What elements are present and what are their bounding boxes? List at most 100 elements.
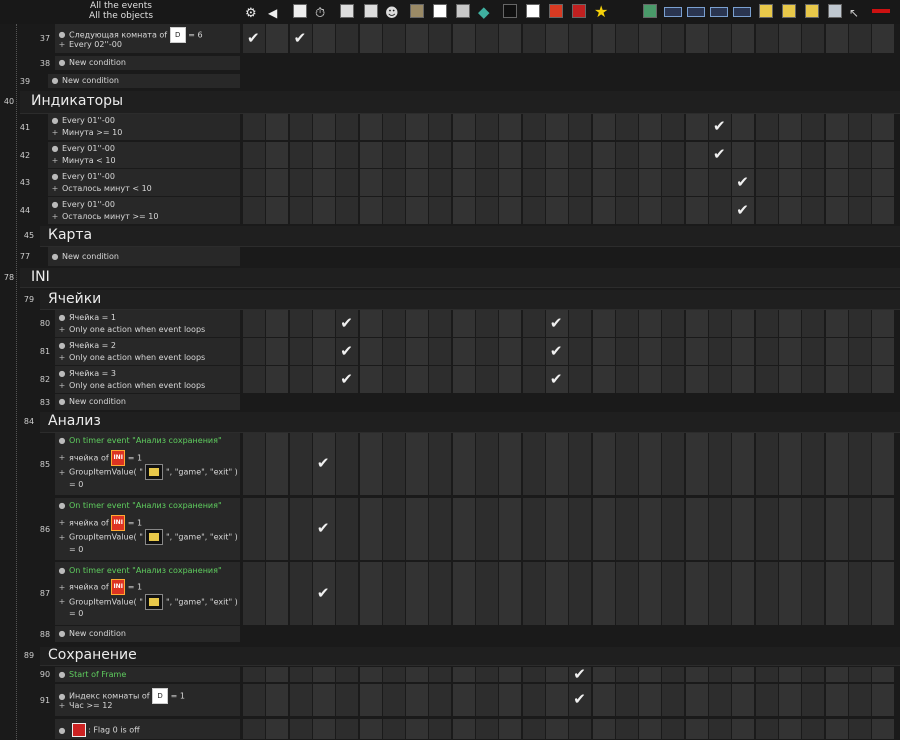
action-cell[interactable] (359, 433, 382, 495)
group-header-bar[interactable]: INI (20, 268, 900, 288)
action-cell[interactable] (545, 498, 568, 560)
action-cell[interactable] (848, 169, 871, 196)
action-cell[interactable] (476, 562, 498, 625)
action-checkmark[interactable]: ✔ (317, 521, 330, 536)
event-row[interactable]: 43 ● Every 01''-00 + Осталось минут < 10 ✔ (0, 169, 900, 197)
action-cell[interactable] (732, 433, 755, 495)
gauge-object-icon[interactable] (454, 2, 472, 20)
action-cell[interactable] (778, 667, 801, 682)
action-cell[interactable] (872, 684, 895, 716)
action-cell[interactable] (499, 338, 522, 365)
action-cell[interactable] (732, 142, 755, 168)
action-cell[interactable] (336, 684, 359, 716)
action-cell[interactable] (802, 142, 825, 168)
action-cell[interactable] (778, 24, 801, 53)
action-cell[interactable] (732, 667, 755, 682)
action-cell[interactable] (312, 114, 335, 140)
action-cell[interactable] (778, 498, 801, 560)
action-cell[interactable] (592, 433, 615, 495)
action-cell[interactable] (359, 562, 382, 625)
action-cell[interactable] (312, 169, 335, 196)
action-cell[interactable] (289, 169, 312, 196)
action-cell[interactable] (243, 338, 265, 365)
action-cell[interactable] (359, 169, 382, 196)
condition-cell[interactable]: ● : Flag 0 is off (55, 719, 240, 739)
action-cell[interactable] (662, 667, 685, 682)
action-cell[interactable] (639, 366, 662, 393)
action-cell[interactable] (359, 114, 382, 140)
action-cell[interactable] (732, 719, 755, 739)
counter-object-2-icon[interactable] (687, 2, 705, 20)
event-row[interactable]: 80 ● Ячейка = 1 + Only one action when event… (0, 310, 900, 338)
action-cell[interactable] (778, 366, 801, 393)
action-cell[interactable] (406, 310, 429, 337)
action-cell[interactable] (778, 142, 801, 168)
action-cell[interactable] (872, 169, 895, 196)
action-cell[interactable] (872, 310, 895, 337)
new-condition-label[interactable]: ● New condition (55, 396, 240, 408)
condition-line[interactable]: = 0 (55, 479, 240, 491)
condition-line[interactable]: + Only one action when event loops (55, 324, 240, 336)
condition-cell[interactable]: ● Every 01''-00 + Минута < 10 (48, 142, 240, 168)
action-cell[interactable] (382, 366, 405, 393)
action-cell[interactable] (872, 338, 895, 365)
new-condition-label[interactable]: ● New condition (48, 251, 233, 263)
floppy-object-icon[interactable] (71, 723, 86, 737)
condition-cell[interactable]: ● On timer event "Анализ сохранения" + ячей… (55, 562, 240, 625)
condition-line[interactable]: ● Ячейка = 1 (55, 312, 240, 324)
action-cell[interactable] (755, 338, 778, 365)
action-cell[interactable] (778, 433, 801, 495)
action-checkmark[interactable]: ✔ (340, 371, 353, 387)
action-cell[interactable] (662, 310, 685, 337)
action-cell[interactable] (312, 719, 335, 739)
action-cell[interactable] (266, 366, 289, 393)
action-cell[interactable] (452, 310, 475, 337)
action-cell[interactable] (662, 338, 685, 365)
action-cell[interactable] (499, 684, 522, 716)
action-cell[interactable] (452, 197, 475, 224)
action-cell[interactable] (359, 498, 382, 560)
picture-object-icon[interactable] (641, 2, 659, 20)
action-cell[interactable] (336, 498, 359, 560)
action-cell[interactable] (778, 169, 801, 196)
action-cell[interactable] (289, 684, 312, 716)
action-cell[interactable] (825, 667, 848, 682)
action-cell[interactable] (615, 562, 638, 625)
action-cell[interactable] (872, 142, 895, 168)
condition-line[interactable]: + Минута < 10 (48, 155, 233, 167)
action-cell[interactable] (872, 562, 895, 625)
action-cell[interactable] (848, 338, 871, 365)
action-cell[interactable] (755, 684, 778, 716)
condition-line[interactable]: ● Every 01''-00 (48, 199, 233, 211)
timer-icon[interactable]: ⏱ (315, 2, 333, 21)
action-cell[interactable] (662, 142, 685, 168)
condition-line[interactable]: ● Every 01''-00 (48, 171, 233, 183)
action-cell[interactable] (662, 114, 685, 140)
action-cell[interactable] (872, 114, 895, 140)
new-condition-row[interactable]: 83 ● New condition (0, 394, 900, 411)
action-cell[interactable] (312, 24, 335, 53)
action-checkmark[interactable]: ✔ (317, 456, 330, 471)
action-cell[interactable] (522, 114, 545, 140)
action-cell[interactable] (639, 24, 662, 53)
action-cell[interactable] (266, 562, 289, 625)
action-cell[interactable] (312, 197, 335, 224)
action-cell[interactable] (709, 366, 731, 393)
floppy-object-icon[interactable] (570, 2, 588, 20)
action-cell[interactable] (522, 310, 545, 337)
action-cell[interactable] (848, 667, 871, 682)
event-row[interactable]: 91 ● Индекс комнаты of D = 1 + Час >= 12 ✔ (0, 684, 900, 717)
action-cell[interactable] (662, 433, 685, 495)
group-row[interactable]: 79 Ячейки (0, 289, 900, 310)
group-header-bar[interactable]: Анализ (40, 412, 900, 433)
action-cell[interactable] (592, 197, 615, 224)
action-cell[interactable] (476, 338, 498, 365)
action-cell[interactable] (336, 562, 359, 625)
action-cell[interactable] (312, 338, 335, 365)
counter-object-3-icon[interactable] (710, 2, 728, 20)
action-cell[interactable] (872, 719, 895, 739)
group-row[interactable]: 40 Индикаторы (0, 90, 900, 114)
action-cell[interactable] (429, 366, 452, 393)
action-cell[interactable] (243, 366, 265, 393)
action-cell[interactable] (848, 142, 871, 168)
